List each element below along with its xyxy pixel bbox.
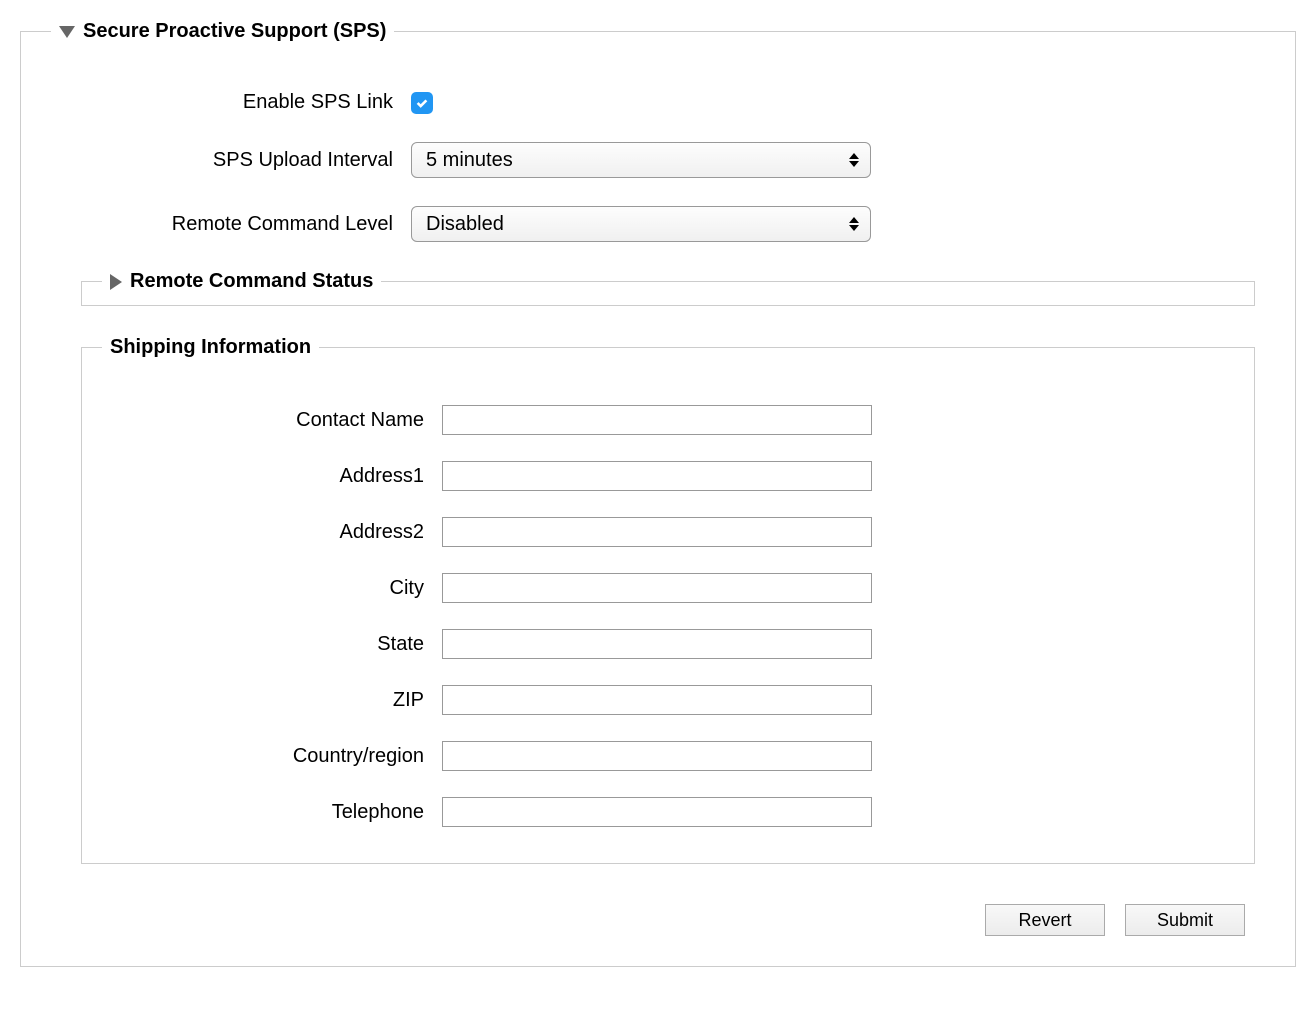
city-row: City <box>82 573 1254 603</box>
remote-command-level-select[interactable]: Disabled <box>411 206 871 242</box>
address1-row: Address1 <box>82 461 1254 491</box>
state-row: State <box>82 629 1254 659</box>
remote-command-status-legend[interactable]: Remote Command Status <box>102 270 381 293</box>
contact-name-label: Contact Name <box>102 409 442 432</box>
remote-command-level-select-wrap: Disabled <box>411 206 871 242</box>
enable-sps-label: Enable SPS Link <box>81 91 411 114</box>
sps-legend[interactable]: Secure Proactive Support (SPS) <box>51 20 394 43</box>
address2-label: Address2 <box>102 521 442 544</box>
zip-label: ZIP <box>102 689 442 712</box>
disclosure-triangle-closed-icon[interactable] <box>110 274 122 290</box>
contact-name-input[interactable] <box>442 405 872 435</box>
sps-fieldset: Secure Proactive Support (SPS) Enable SP… <box>20 20 1296 967</box>
sps-title: Secure Proactive Support (SPS) <box>83 20 386 43</box>
shipping-title: Shipping Information <box>110 336 311 359</box>
telephone-label: Telephone <box>102 801 442 824</box>
remote-command-status-title: Remote Command Status <box>130 270 373 293</box>
remote-command-status-fieldset: Remote Command Status <box>81 270 1255 306</box>
revert-button[interactable]: Revert <box>985 904 1105 936</box>
upload-interval-row: SPS Upload Interval 5 minutes <box>21 142 1295 178</box>
country-row: Country/region <box>82 741 1254 771</box>
telephone-row: Telephone <box>82 797 1254 827</box>
upload-interval-label: SPS Upload Interval <box>81 149 411 172</box>
zip-input[interactable] <box>442 685 872 715</box>
contact-name-row: Contact Name <box>82 405 1254 435</box>
country-input[interactable] <box>442 741 872 771</box>
city-label: City <box>102 577 442 600</box>
telephone-input[interactable] <box>442 797 872 827</box>
shipping-fieldset: Shipping Information Contact Name Addres… <box>81 336 1255 864</box>
address2-row: Address2 <box>82 517 1254 547</box>
address1-input[interactable] <box>442 461 872 491</box>
check-icon <box>415 96 429 110</box>
address2-input[interactable] <box>442 517 872 547</box>
upload-interval-select-wrap: 5 minutes <box>411 142 871 178</box>
upload-interval-select[interactable]: 5 minutes <box>411 142 871 178</box>
remote-command-level-row: Remote Command Level Disabled <box>21 206 1295 242</box>
shipping-legend: Shipping Information <box>102 336 319 359</box>
disclosure-triangle-open-icon[interactable] <box>59 26 75 38</box>
country-label: Country/region <box>102 745 442 768</box>
submit-button[interactable]: Submit <box>1125 904 1245 936</box>
state-input[interactable] <box>442 629 872 659</box>
city-input[interactable] <box>442 573 872 603</box>
zip-row: ZIP <box>82 685 1254 715</box>
enable-sps-row: Enable SPS Link <box>21 91 1295 114</box>
state-label: State <box>102 633 442 656</box>
button-row: Revert Submit <box>21 874 1295 936</box>
enable-sps-checkbox[interactable] <box>411 92 433 114</box>
remote-command-level-label: Remote Command Level <box>81 213 411 236</box>
address1-label: Address1 <box>102 465 442 488</box>
